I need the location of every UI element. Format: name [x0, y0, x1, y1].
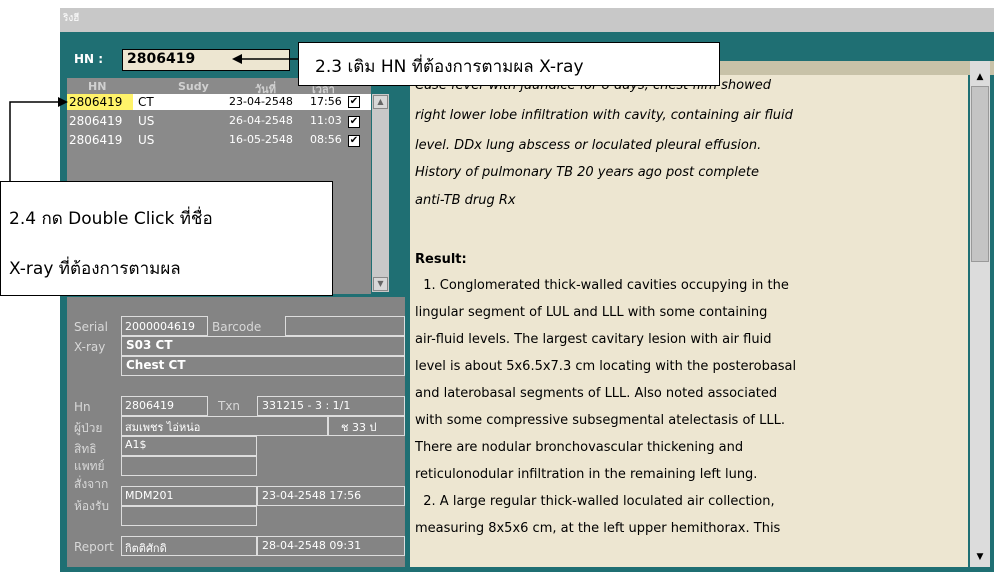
room-label: ห้องรับ — [74, 499, 110, 513]
result-line: reticulonodular infiltration in the rema… — [415, 467, 758, 482]
row-1-checkbox[interactable]: ✔ — [348, 96, 360, 108]
col-header-hn[interactable]: HN — [88, 80, 106, 93]
result-line: 1. Conglomerated thick-walled cavities o… — [415, 278, 789, 293]
report-scroll-thumb[interactable] — [971, 86, 989, 262]
scroll-up-icon[interactable]: ▲ — [373, 95, 388, 109]
xray-label: X-ray — [74, 340, 106, 354]
list-scrollbar[interactable] — [372, 94, 389, 292]
report-by: กิตติศักดิ — [125, 542, 167, 555]
txn-value: 331215 - 3 : 1/1 — [262, 399, 351, 412]
scroll-down-icon[interactable]: ▼ — [373, 277, 388, 291]
serial-label: Serial — [74, 320, 108, 334]
report-line: level. DDx lung abscess or loculated ple… — [415, 138, 762, 153]
right-value: A1$ — [125, 438, 147, 451]
col-header-study[interactable]: Sudy — [178, 80, 209, 93]
callout-step-2-4-line2: X-ray ที่ต้องการตามผล — [9, 259, 181, 279]
report-line: right lower lobe infiltration with cavit… — [415, 108, 793, 123]
row-1-date: 23-04-2548 — [229, 95, 293, 108]
report-line: History of pulmonary TB 20 years ago pos… — [415, 165, 759, 180]
arrow-right-icon — [9, 97, 68, 182]
exam-value: Chest CT — [126, 358, 186, 372]
xray-value: S03 CT — [126, 338, 173, 352]
from-date: 23-04-2548 17:56 — [262, 489, 362, 502]
arrow-left-icon — [232, 54, 298, 64]
result-line: There are nodular bronchovascular thicke… — [415, 440, 744, 455]
row-2-date[interactable]: 26-04-2548 — [229, 114, 293, 127]
hn-label: HN : — [74, 52, 104, 66]
callout-step-2-4-line1: 2.4 กด Double Click ที่ชื่อ — [9, 209, 213, 229]
window-title: ริงฮี — [63, 13, 80, 24]
row-3-checkbox[interactable]: ✔ — [348, 135, 360, 147]
from-label: สั่งจาก — [74, 477, 109, 491]
title-bar: ริงฮี — [60, 8, 994, 32]
callout-step-2-3-text: 2.3 เติม HN ที่ต้องการตามผล X-ray — [315, 57, 584, 77]
row-2-time[interactable]: 11:03 — [310, 114, 342, 127]
hn-detail-value: 2806419 — [125, 399, 174, 412]
from-value: MDM201 — [125, 489, 174, 502]
row-1-time: 17:56 — [310, 95, 342, 108]
result-line: and laterobasal segments of LLL. Also no… — [415, 386, 778, 401]
serial-value: 2000004619 — [125, 320, 195, 333]
result-line: measuring 8x5x6 cm, at the left upper he… — [415, 521, 781, 536]
txn-label: Txn — [218, 399, 241, 413]
result-heading: Result: — [415, 252, 467, 267]
patient-age: ช 33 ป — [341, 421, 377, 434]
doctor-label: แพทย์ — [74, 459, 105, 473]
col-header-date[interactable]: วันที่ — [255, 80, 276, 96]
result-line: lingular segment of LUL and LLL with som… — [415, 305, 768, 320]
result-line: 2. A large regular thick-walled loculate… — [415, 494, 775, 509]
result-line: air-fluid levels. The largest cavitary l… — [415, 332, 772, 347]
row-3-date[interactable]: 16-05-2548 — [229, 133, 293, 146]
report-date: 28-04-2548 09:31 — [262, 539, 362, 552]
callout-step-2-4: 2.4 กด Double Click ที่ชื่อ X-ray ที่ต้อ… — [0, 181, 333, 296]
row-3-study[interactable]: US — [138, 133, 154, 147]
row-3-hn[interactable]: 2806419 — [69, 133, 122, 147]
result-line: level is about 5x6.5x7.3 cm locating wit… — [415, 359, 797, 374]
row-2-hn[interactable]: 2806419 — [69, 114, 122, 128]
row-1-study: CT — [138, 95, 154, 109]
callout-step-2-3: 2.3 เติม HN ที่ต้องการตามผล X-ray — [298, 42, 720, 86]
result-line: with some compressive subsegmental atele… — [415, 413, 785, 428]
barcode-label: Barcode — [212, 320, 262, 334]
patient-label: ผู้ป่วย — [74, 421, 103, 435]
hn-detail-label: Hn — [74, 400, 91, 414]
report-label: Report — [74, 540, 114, 554]
report-scroll-down-icon[interactable]: ▼ — [972, 550, 988, 564]
report-scroll-up-icon[interactable]: ▲ — [972, 70, 988, 84]
row-1-hn: 2806419 — [69, 95, 123, 109]
patient-name: สมเพชร ไอ่หน่อ — [125, 421, 201, 434]
row-3-time[interactable]: 08:56 — [310, 133, 342, 146]
report-line: anti-TB drug Rx — [415, 193, 516, 208]
room-field — [121, 506, 257, 526]
row-2-checkbox[interactable]: ✔ — [348, 116, 360, 128]
row-2-study[interactable]: US — [138, 114, 154, 128]
doctor-field — [121, 456, 257, 476]
barcode-field — [285, 316, 405, 336]
